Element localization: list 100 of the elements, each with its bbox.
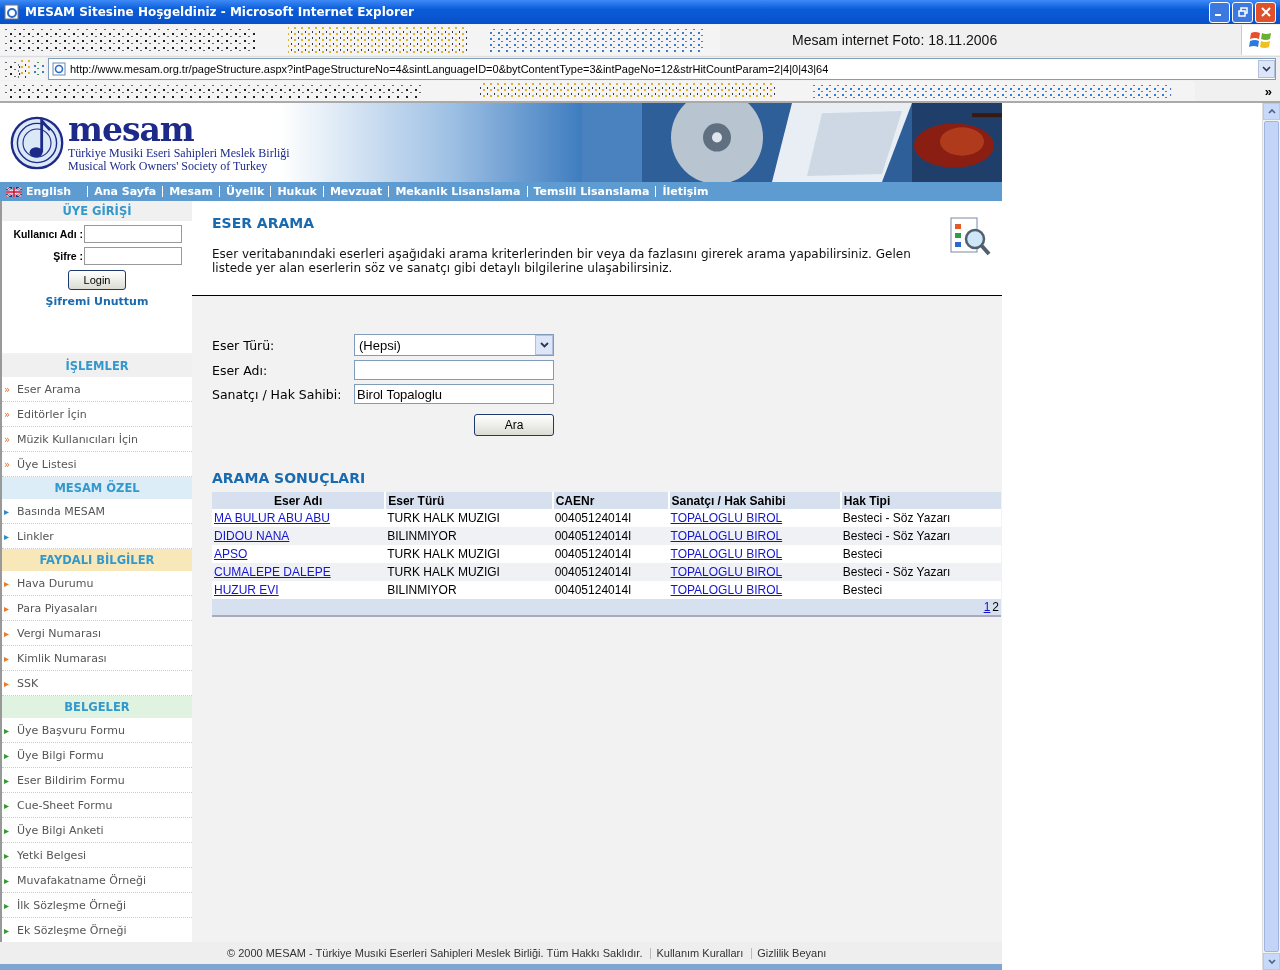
section-header: MESAM ÖZEL (2, 477, 192, 499)
footer-link[interactable]: Kullanım Kuralları (656, 947, 744, 959)
footer-link[interactable]: Gizlilik Beyanı (757, 947, 827, 959)
forgot-password-link[interactable]: Şifremi Unuttum (45, 295, 149, 308)
bullet-icon: » (4, 433, 13, 445)
field-label: Eser Adı: (212, 362, 269, 378)
column-header: Hak Tipi (840, 492, 1001, 509)
table-cell: TURK HALK MUZIGI (385, 545, 553, 563)
table-cell: TURK HALK MUZIGI (385, 509, 553, 527)
link-label: Kimlik Numarası (17, 651, 107, 665)
scroll-up-button[interactable] (1263, 103, 1280, 120)
type-dropdown[interactable]: (Hepsi) (354, 334, 554, 356)
sidebar-link[interactable]: ▸ Vergi Numarası (2, 621, 192, 646)
table-cell: 00405124014I (552, 509, 669, 527)
link-label: Yetki Belgesi (17, 848, 87, 862)
caret-icon (1262, 66, 1271, 72)
restore-icon (1237, 7, 1248, 17)
field-label: Eser Türü: (212, 337, 276, 353)
field-label: Şifre : (53, 250, 83, 262)
sidebar-link[interactable]: ▸ Para Piyasaları (2, 596, 192, 621)
bullet-icon: ▸ (4, 824, 13, 836)
sidebar-link[interactable]: » Eser Arama (2, 377, 192, 402)
flag-icon (6, 186, 22, 197)
sidebar-link[interactable]: » Müzik Kullanıcıları İçin (2, 427, 192, 452)
password-field[interactable] (84, 247, 182, 265)
copyright-text: © 2000 MESAM - Türkiye Musıki Eserleri Sahipleri Meslek Birliği. Tüm Hakkı Saklıdır. (227, 947, 643, 959)
table-link[interactable]: DIDOU NANA (214, 529, 290, 543)
sidebar-link[interactable]: ▸ Muvafakatname Örneği (2, 868, 192, 893)
username-field[interactable] (84, 225, 182, 243)
sidebar-link[interactable]: » Editörler İçin (2, 402, 192, 427)
link-label: Müzik Kullanıcıları İçin (17, 432, 138, 446)
site-subtitle: Türkiye Musiki Eseri Sahipleri Meslek Birliği (68, 146, 290, 160)
scrollbar[interactable] (1262, 103, 1280, 970)
sidebar-link[interactable]: ▸ Yetki Belgesi (2, 843, 192, 868)
sidebar-link[interactable]: ▸ Cue-Sheet Formu (2, 793, 192, 818)
column-header: Eser Türü (385, 492, 553, 509)
link-label: Basında MESAM (17, 504, 105, 518)
dropdown-button[interactable] (1258, 60, 1275, 78)
results-heading: ARAMA SONUÇLARI (212, 470, 367, 486)
link-label: Eser Bildirim Formu (17, 773, 125, 787)
browser-icon (4, 4, 20, 20)
link-label: Editörler İçin (17, 407, 87, 421)
note-logo-icon (9, 114, 65, 171)
link-label: Vergi Numarası (17, 626, 101, 640)
link-label: Hava Durumu (17, 576, 94, 590)
sidebar-link[interactable]: ▸ Basında MESAM (2, 499, 192, 524)
sidebar-link[interactable]: ▸ Üye Bilgi Anketi (2, 818, 192, 843)
section-header: BELGELER (2, 696, 192, 718)
link-label: Üye Bilgi Formu (17, 748, 104, 762)
toolbar-overflow-button[interactable]: » (1264, 83, 1272, 99)
input-field[interactable]: Birol Topaloglu (354, 384, 554, 404)
sidebar-link[interactable]: ▸ Üye Başvuru Formu (2, 718, 192, 743)
column-header: CAENr (552, 492, 669, 509)
section-header: ÜYE GİRİŞİ (2, 201, 192, 221)
bullet-icon: ▸ (4, 530, 13, 542)
input-field[interactable] (354, 360, 554, 380)
table-cell: Besteci (840, 545, 1001, 563)
address-field[interactable]: http://www.mesam.org.tr/pageStructure.aspx?intPageStructureNo=4&sintLanguageID=0&bytContentType=3&intPageNo=12&strHitCountParam=2|4|0|43|64 (48, 58, 1276, 80)
bullet-icon: ▸ (4, 849, 13, 861)
description-text: Eser veritabanındaki eserleri aşağıdaki arama kriterlerinden bir veya da fazlasını girerek arama yapabilirsiniz. Gelen listede yer alan eserlerin söz ve sanatçı gibi detaylı bilgilerine ulaşabilirsiniz. (212, 247, 912, 275)
bullet-icon: ▸ (4, 799, 13, 811)
link-label: Cue-Sheet Formu (17, 798, 113, 812)
bullet-icon: ▸ (4, 677, 13, 689)
table-cell: Besteci - Söz Yazarı (840, 527, 1001, 545)
scroll-down-button[interactable] (1263, 953, 1280, 970)
field-label: Sanatçı / Hak Sahibi: (212, 386, 343, 402)
link-label: Ek Sözleşme Örneği (17, 923, 127, 937)
sidebar-link[interactable]: ▸ Kimlik Numarası (2, 646, 192, 671)
bullet-icon: ▸ (4, 602, 13, 614)
link-label: Üye Başvuru Formu (17, 723, 125, 737)
scrollbar-thumb[interactable] (1264, 121, 1279, 952)
minimize-icon (1215, 14, 1221, 16)
sidebar-link[interactable]: ▸ Üye Bilgi Formu (2, 743, 192, 768)
sidebar-link[interactable]: ▸ İlk Sözleşme Örneği (2, 893, 192, 918)
table-cell: 00405124014I (552, 581, 669, 599)
window-title: MESAM Sitesine Hoşgeldiniz - Microsoft Internet Explorer (25, 5, 415, 19)
bullet-icon: » (4, 383, 13, 395)
link-label: İlk Sözleşme Örneği (17, 898, 126, 912)
table-cell: BILINMIYOR (385, 581, 553, 599)
table-cell: Besteci (840, 581, 1001, 599)
page-link[interactable]: 2 (992, 600, 999, 614)
restore-button[interactable] (1232, 1, 1253, 23)
page-link[interactable]: 1 (983, 600, 991, 614)
caret-icon (539, 342, 549, 348)
close-button[interactable] (1255, 1, 1276, 23)
search-button[interactable]: Ara (474, 414, 554, 436)
bullet-icon: ▸ (4, 505, 13, 517)
table-link[interactable]: APSO (214, 547, 248, 561)
link-label: Linkler (17, 529, 54, 543)
section-header: İŞLEMLER (2, 355, 192, 377)
sidebar-link[interactable]: ▸ Eser Bildirim Formu (2, 768, 192, 793)
minimize-button[interactable] (1209, 1, 1230, 23)
login-button[interactable]: Login (68, 270, 126, 290)
bullet-icon: » (4, 458, 13, 470)
link-label: Muvafakatname Örneği (17, 873, 146, 887)
table-cell: BILINMIYOR (385, 527, 553, 545)
bullet-icon: » (4, 408, 13, 420)
sidebar-link[interactable]: ▸ Hava Durumu (2, 571, 192, 596)
column-header: Eser Adı (212, 492, 386, 509)
link-label: Para Piyasaları (17, 601, 98, 615)
